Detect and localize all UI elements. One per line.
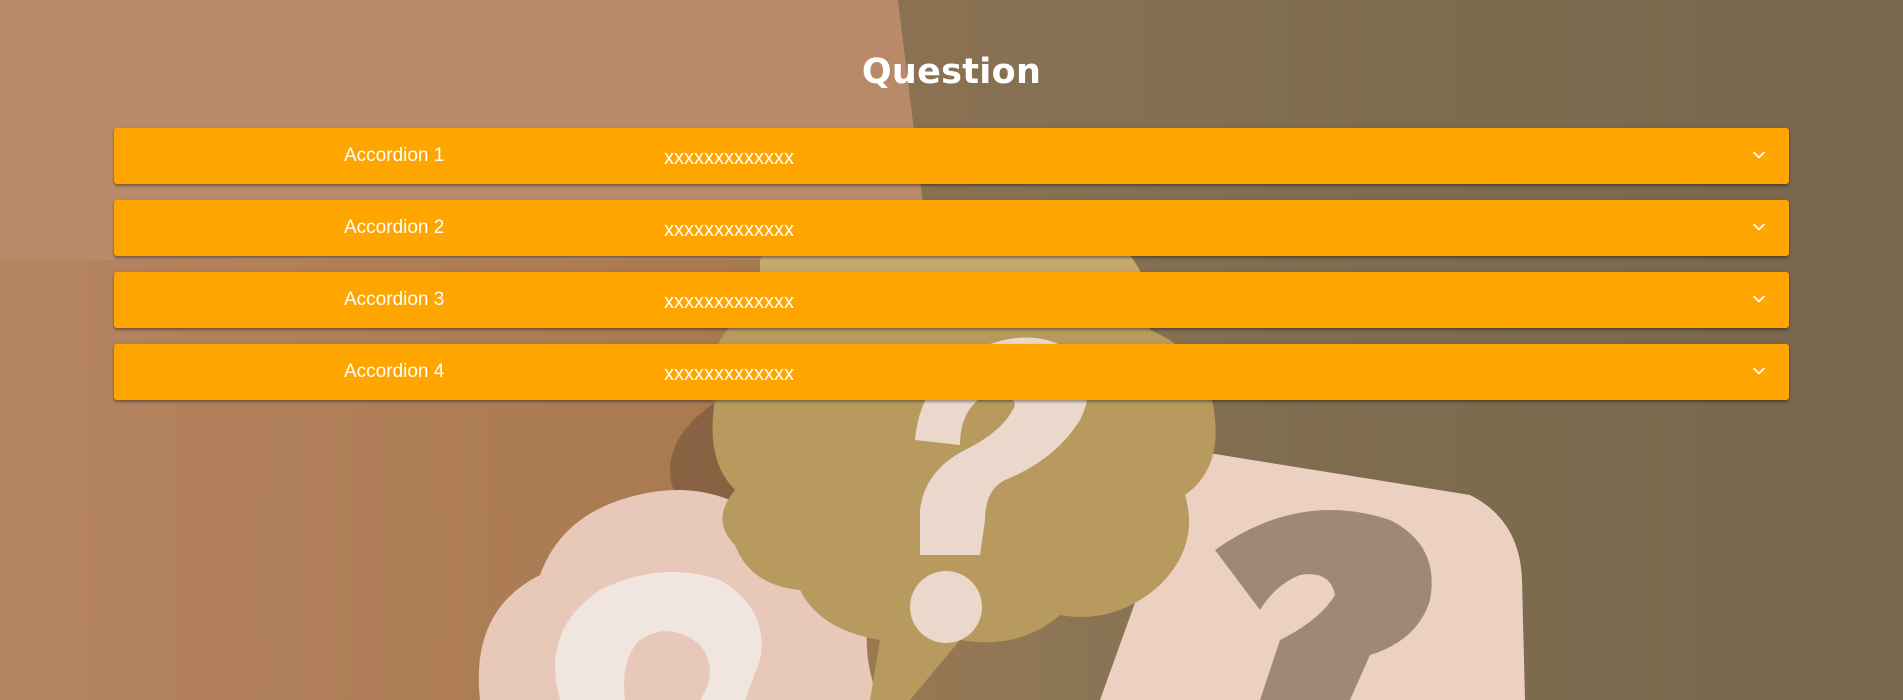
- accordion-item-2[interactable]: Accordion 2 xxxxxxxxxxxxx: [114, 200, 1789, 256]
- accordion-title: Accordion 4: [344, 361, 445, 382]
- accordion-summary: xxxxxxxxxxxxx: [664, 291, 794, 313]
- accordion-title: Accordion 3: [344, 289, 445, 310]
- accordion-item-3[interactable]: Accordion 3 xxxxxxxxxxxxx: [114, 272, 1789, 328]
- accordion-title: Accordion 2: [344, 217, 445, 238]
- chevron-down-icon[interactable]: [1751, 363, 1767, 379]
- accordion-item-4[interactable]: Accordion 4 xxxxxxxxxxxxx: [114, 344, 1789, 400]
- chevron-down-icon[interactable]: [1751, 219, 1767, 235]
- accordion-title: Accordion 1: [344, 145, 445, 166]
- chevron-down-icon[interactable]: [1751, 147, 1767, 163]
- accordion-summary: xxxxxxxxxxxxx: [664, 147, 794, 169]
- accordion-list: Accordion 1 xxxxxxxxxxxxx Accordion 2 xx…: [114, 128, 1789, 416]
- accordion-summary: xxxxxxxxxxxxx: [664, 363, 794, 385]
- accordion-summary: xxxxxxxxxxxxx: [664, 219, 794, 241]
- accordion-item-1[interactable]: Accordion 1 xxxxxxxxxxxxx: [114, 128, 1789, 184]
- page-title: Question: [861, 52, 1042, 92]
- chevron-down-icon[interactable]: [1751, 291, 1767, 307]
- page-content: Question Accordion 1 xxxxxxxxxxxxx Accor…: [0, 0, 1903, 700]
